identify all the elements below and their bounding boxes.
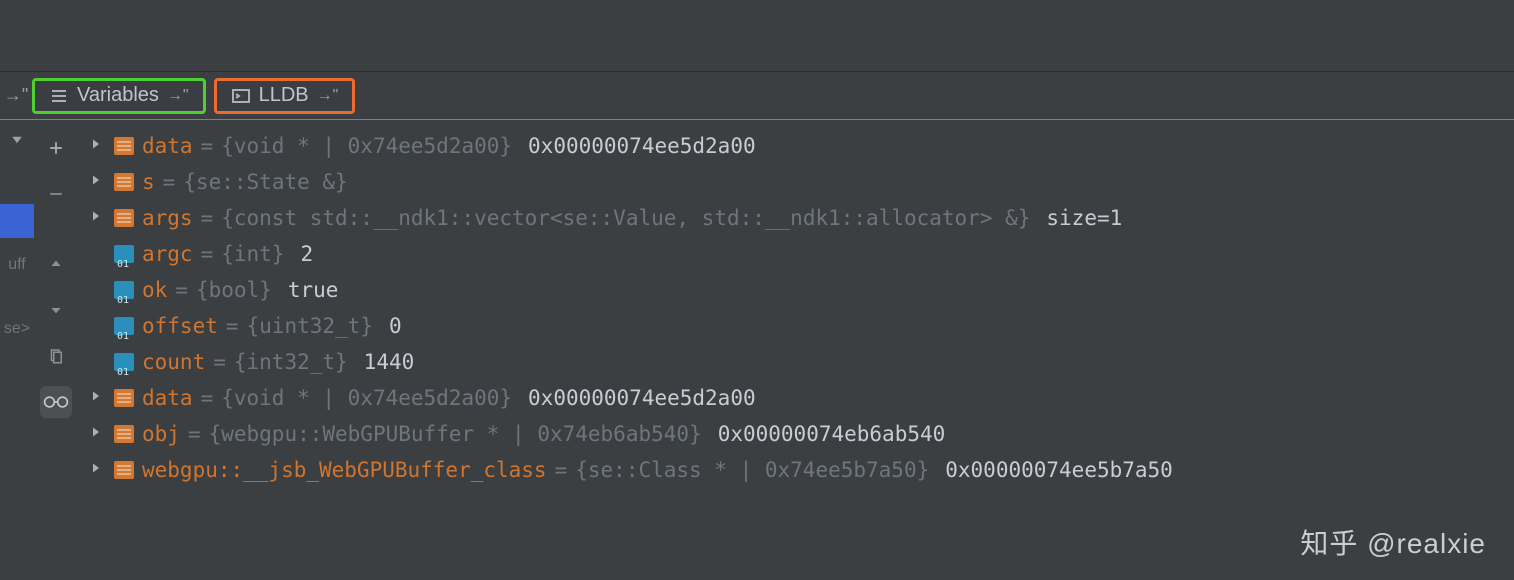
variable-type: {bool}	[196, 272, 272, 308]
variable-row[interactable]: ok = {bool} true	[82, 272, 1514, 308]
variable-row[interactable]: obj = {webgpu::WebGPUBuffer * | 0x74eb6a…	[82, 416, 1514, 452]
equals-sign: =	[201, 380, 214, 416]
glasses-button[interactable]	[40, 386, 72, 418]
struct-type-icon	[114, 425, 134, 443]
expand-arrow-icon[interactable]	[90, 462, 106, 478]
variable-value: 0x00000074eb6ab540	[718, 416, 946, 452]
primitive-type-icon	[114, 281, 134, 299]
pin-icon: →"	[167, 87, 189, 105]
pin-icon-left[interactable]: →"	[4, 72, 28, 119]
variable-type: {int}	[221, 236, 284, 272]
variable-row[interactable]: data = {void * | 0x74ee5d2a00} 0x0000007…	[82, 128, 1514, 164]
side-toolbar	[34, 120, 78, 580]
variable-type: {int32_t}	[234, 344, 348, 380]
tab-variables-label: Variables	[77, 84, 159, 107]
equals-sign: =	[201, 200, 214, 236]
gutter-label-se: se>	[4, 320, 30, 338]
variable-value: 0x00000074ee5d2a00	[528, 380, 756, 416]
down-arrow-icon[interactable]	[9, 132, 25, 148]
main-area: uff se> data = {void * | 0x74ee5d2a00} 0…	[0, 120, 1514, 580]
top-empty-bar	[0, 0, 1514, 72]
left-gutter: uff se>	[0, 120, 34, 580]
variable-value: 2	[300, 236, 313, 272]
struct-type-icon	[114, 173, 134, 191]
variable-type: {uint32_t}	[247, 308, 373, 344]
variable-value: 0x00000074ee5d2a00	[528, 128, 756, 164]
variable-type: {void * | 0x74ee5d2a00}	[221, 128, 512, 164]
console-icon	[231, 86, 251, 106]
variable-type: {webgpu::WebGPUBuffer * | 0x74eb6ab540}	[209, 416, 702, 452]
variable-name: obj	[142, 416, 180, 452]
variable-row[interactable]: data = {void * | 0x74ee5d2a00} 0x0000007…	[82, 380, 1514, 416]
variable-row[interactable]: argc = {int} 2	[82, 236, 1514, 272]
primitive-type-icon	[114, 353, 134, 371]
variable-row[interactable]: args = {const std::__ndk1::vector<se::Va…	[82, 200, 1514, 236]
primitive-type-icon	[114, 317, 134, 335]
watermark: 知乎 @realxie	[1300, 522, 1486, 562]
equals-sign: =	[188, 416, 201, 452]
expand-arrow-icon[interactable]	[90, 174, 106, 190]
struct-type-icon	[114, 461, 134, 479]
up-button[interactable]	[40, 248, 72, 280]
equals-sign: =	[213, 344, 226, 380]
variable-name: webgpu::__jsb_WebGPUBuffer_class	[142, 452, 547, 488]
variable-value: size=1	[1046, 200, 1122, 236]
expand-arrow-icon[interactable]	[90, 426, 106, 442]
equals-sign: =	[163, 164, 176, 200]
add-watch-button[interactable]	[40, 132, 72, 164]
variable-row[interactable]: webgpu::__jsb_WebGPUBuffer_class = {se::…	[82, 452, 1514, 488]
pin-icon: →"	[317, 87, 339, 105]
remove-watch-button[interactable]	[40, 178, 72, 210]
variable-value: 0	[389, 308, 402, 344]
variable-name: data	[142, 128, 193, 164]
down-button[interactable]	[40, 294, 72, 326]
variable-name: count	[142, 344, 205, 380]
tab-lldb[interactable]: LLDB →"	[214, 78, 356, 114]
variable-name: offset	[142, 308, 218, 344]
tab-lldb-label: LLDB	[259, 84, 309, 107]
equals-sign: =	[201, 236, 214, 272]
struct-type-icon	[114, 209, 134, 227]
equals-sign: =	[555, 452, 568, 488]
variable-row[interactable]: count = {int32_t} 1440	[82, 344, 1514, 380]
equals-sign: =	[175, 272, 188, 308]
struct-type-icon	[114, 137, 134, 155]
primitive-type-icon	[114, 245, 134, 263]
variable-value: 0x00000074ee5b7a50	[945, 452, 1173, 488]
variable-type: {se::Class * | 0x74ee5b7a50}	[575, 452, 929, 488]
tab-bar: →" Variables →" LLDB →"	[0, 72, 1514, 120]
list-icon	[49, 86, 69, 106]
gutter-label-uff: uff	[8, 256, 26, 274]
variable-name: data	[142, 380, 193, 416]
variable-name: s	[142, 164, 155, 200]
variable-name: ok	[142, 272, 167, 308]
variable-type: {const std::__ndk1::vector<se::Value, st…	[221, 200, 1030, 236]
tab-variables[interactable]: Variables →"	[32, 78, 206, 114]
expand-arrow-icon[interactable]	[90, 138, 106, 154]
expand-arrow-icon[interactable]	[90, 210, 106, 226]
stack-frame-marker[interactable]	[0, 204, 34, 238]
expand-arrow-icon[interactable]	[90, 390, 106, 406]
variable-value: 1440	[364, 344, 415, 380]
variable-type: {void * | 0x74ee5d2a00}	[221, 380, 512, 416]
variable-row[interactable]: s = {se::State &}	[82, 164, 1514, 200]
variable-value: true	[288, 272, 339, 308]
variable-name: argc	[142, 236, 193, 272]
struct-type-icon	[114, 389, 134, 407]
copy-button[interactable]	[40, 340, 72, 372]
equals-sign: =	[201, 128, 214, 164]
variables-panel: data = {void * | 0x74ee5d2a00} 0x0000007…	[78, 120, 1514, 580]
variable-name: args	[142, 200, 193, 236]
variable-row[interactable]: offset = {uint32_t} 0	[82, 308, 1514, 344]
variable-type: {se::State &}	[183, 164, 347, 200]
equals-sign: =	[226, 308, 239, 344]
